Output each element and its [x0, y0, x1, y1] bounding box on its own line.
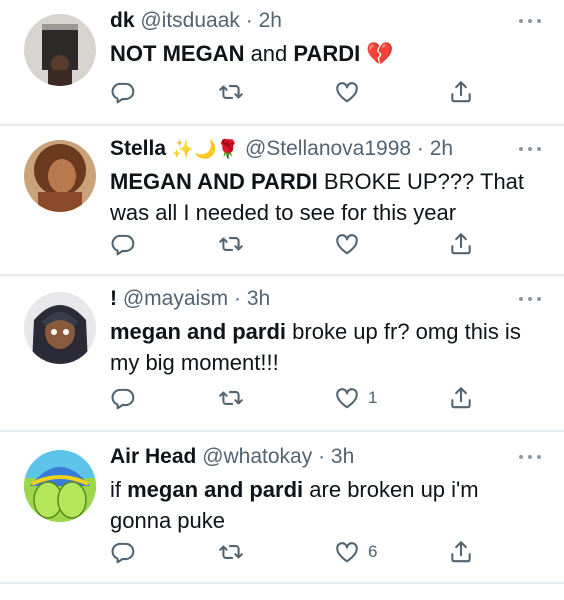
reply-button[interactable]	[110, 538, 136, 566]
tweet-1[interactable]: dk @itsduaak · 2h NOT MEGAN and PARDI 💔	[0, 0, 564, 124]
timestamp[interactable]: · 3h	[318, 445, 354, 468]
username[interactable]: @mayaism	[123, 287, 228, 310]
name-emojis: ✨🌙🌹	[171, 139, 240, 159]
tweet-header: ! @mayaism · 3h	[110, 286, 270, 312]
like-count: 1	[368, 388, 378, 407]
tweet-header: Air Head @whatokay · 3h	[110, 444, 354, 470]
reply-icon[interactable]	[110, 231, 136, 257]
retweet-icon[interactable]	[218, 231, 244, 257]
tweet-actions	[110, 230, 490, 258]
like-button[interactable]	[334, 230, 368, 258]
like-icon[interactable]	[334, 231, 360, 257]
more-icon[interactable]	[518, 144, 542, 154]
tweet-3[interactable]: ! @mayaism · 3h megan and pardi broke up…	[0, 276, 564, 430]
tweet-actions: 6	[110, 538, 490, 566]
reply-icon[interactable]	[110, 385, 136, 411]
tweet-header: dk @itsduaak · 2h	[110, 8, 282, 34]
timestamp[interactable]: · 2h	[417, 137, 453, 160]
like-button[interactable]: 6	[334, 538, 377, 566]
reply-icon[interactable]	[110, 79, 136, 105]
text-part: PARDI	[293, 41, 361, 66]
share-button[interactable]	[448, 78, 474, 106]
display-name[interactable]: Stella	[110, 137, 166, 160]
share-button[interactable]	[448, 384, 474, 412]
reply-icon[interactable]	[110, 539, 136, 565]
display-name[interactable]: dk	[110, 9, 135, 32]
tweet-header: Stella ✨🌙🌹 @Stellanova1998 · 2h	[110, 136, 453, 162]
like-button[interactable]: 1	[334, 384, 377, 412]
username[interactable]: @whatokay	[202, 445, 312, 468]
share-icon[interactable]	[448, 231, 474, 257]
tweet-text: if megan and pardi are broken up i'm gon…	[110, 474, 540, 536]
like-count: 6	[368, 542, 378, 561]
tweet-actions	[110, 78, 490, 106]
share-icon[interactable]	[448, 385, 474, 411]
username[interactable]: @itsduaak	[140, 9, 240, 32]
avatar[interactable]	[24, 292, 96, 364]
more-icon[interactable]	[518, 452, 542, 462]
share-button[interactable]	[448, 230, 474, 258]
like-button[interactable]	[334, 78, 368, 106]
tweet-2[interactable]: Stella ✨🌙🌹 @Stellanova1998 · 2h MEGAN AN…	[0, 126, 564, 274]
reply-button[interactable]	[110, 78, 136, 106]
divider	[0, 582, 564, 584]
like-icon[interactable]	[334, 539, 360, 565]
tweet-actions: 1	[110, 384, 490, 412]
username[interactable]: @Stellanova1998	[245, 137, 411, 160]
tweet-4[interactable]: Air Head @whatokay · 3h if megan and par…	[0, 432, 564, 582]
text-part: 💔	[360, 41, 394, 66]
timestamp[interactable]: · 3h	[234, 287, 270, 310]
text-part: megan and pardi	[110, 319, 287, 344]
tweet-text: MEGAN AND PARDI BROKE UP??? That was all…	[110, 166, 540, 228]
text-part: NOT	[110, 41, 163, 66]
reply-button[interactable]	[110, 230, 136, 258]
retweet-button[interactable]	[218, 230, 244, 258]
share-button[interactable]	[448, 538, 474, 566]
retweet-icon[interactable]	[218, 385, 244, 411]
like-icon[interactable]	[334, 385, 360, 411]
tweet-text: megan and pardi broke up fr? omg this is…	[110, 316, 540, 378]
text-part: MEGAN AND PARDI	[110, 169, 318, 194]
text-part: megan and pardi	[127, 477, 304, 502]
retweet-button[interactable]	[218, 384, 244, 412]
text-part: MEGAN	[162, 41, 245, 66]
share-icon[interactable]	[448, 539, 474, 565]
retweet-icon[interactable]	[218, 539, 244, 565]
avatar[interactable]	[24, 450, 96, 522]
retweet-icon[interactable]	[218, 79, 244, 105]
text-part: if	[110, 477, 128, 502]
display-name[interactable]: !	[110, 287, 117, 310]
avatar[interactable]	[24, 14, 96, 86]
timestamp[interactable]: · 2h	[246, 9, 282, 32]
retweet-button[interactable]	[218, 538, 244, 566]
like-icon[interactable]	[334, 79, 360, 105]
avatar[interactable]	[24, 140, 96, 212]
more-icon[interactable]	[518, 294, 542, 304]
reply-button[interactable]	[110, 384, 136, 412]
share-icon[interactable]	[448, 79, 474, 105]
text-part: and	[244, 41, 294, 66]
tweet-text: NOT MEGAN and PARDI 💔	[110, 38, 540, 69]
retweet-button[interactable]	[218, 78, 244, 106]
display-name[interactable]: Air Head	[110, 445, 196, 468]
more-icon[interactable]	[518, 16, 542, 26]
